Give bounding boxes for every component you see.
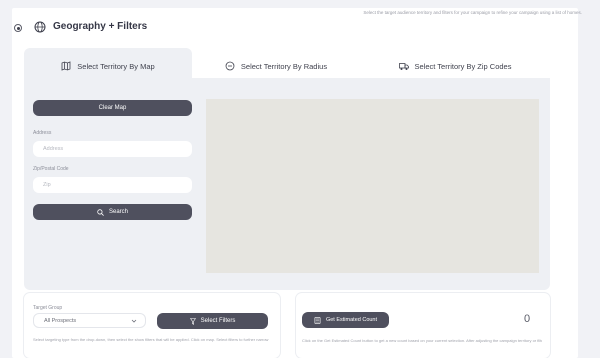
clear-map-button[interactable]: Clear Map <box>33 100 192 116</box>
select-filters-label: Select Filters <box>200 318 236 324</box>
search-icon <box>97 208 104 216</box>
search-label: Search <box>108 209 128 215</box>
tab-label: Select Territory By Radius <box>240 61 328 71</box>
map-icon <box>61 61 71 71</box>
calculator-icon <box>314 316 321 324</box>
estimated-count-note: Click on the Get Estimated Count button … <box>302 338 542 343</box>
target-group-label: Target Group <box>33 305 63 311</box>
estimated-count-value: 0 <box>524 313 531 325</box>
address-label: Address <box>33 130 52 136</box>
section-title: Geography + Filters <box>53 21 148 32</box>
get-estimated-count-button[interactable]: Get Estimated Count <box>302 312 389 328</box>
zip-label: Zip/Postal Code <box>33 166 69 172</box>
tab-select-by-zip[interactable]: Select Territory By Zip Codes <box>360 48 550 84</box>
clear-map-label: Clear Map <box>98 105 127 111</box>
zip-input[interactable] <box>33 177 192 193</box>
section-radio[interactable] <box>14 24 22 32</box>
search-button[interactable]: Search <box>33 204 192 220</box>
radius-icon <box>225 61 235 71</box>
tab-label: Select Territory By Map <box>77 61 155 71</box>
map-canvas[interactable] <box>206 99 539 273</box>
target-group-value: All Prospects <box>44 317 77 324</box>
tab-select-by-radius[interactable]: Select Territory By Radius <box>192 48 360 84</box>
address-input[interactable] <box>33 141 192 157</box>
truck-icon <box>398 63 409 70</box>
select-filters-button[interactable]: Select Filters <box>157 313 268 329</box>
globe-icon <box>34 21 46 33</box>
section-description: Select the target audience territory and… <box>363 10 582 15</box>
chevron-down-icon <box>131 319 137 323</box>
get-estimated-count-label: Get Estimated Count <box>325 317 378 323</box>
tab-label: Select Territory By Zip Codes <box>414 61 512 71</box>
target-group-select[interactable]: All Prospects <box>33 313 146 328</box>
target-group-note: Select targeting type from the drop-down… <box>33 337 269 342</box>
filter-icon <box>189 317 196 325</box>
tab-select-by-map[interactable]: Select Territory By Map <box>24 48 192 84</box>
